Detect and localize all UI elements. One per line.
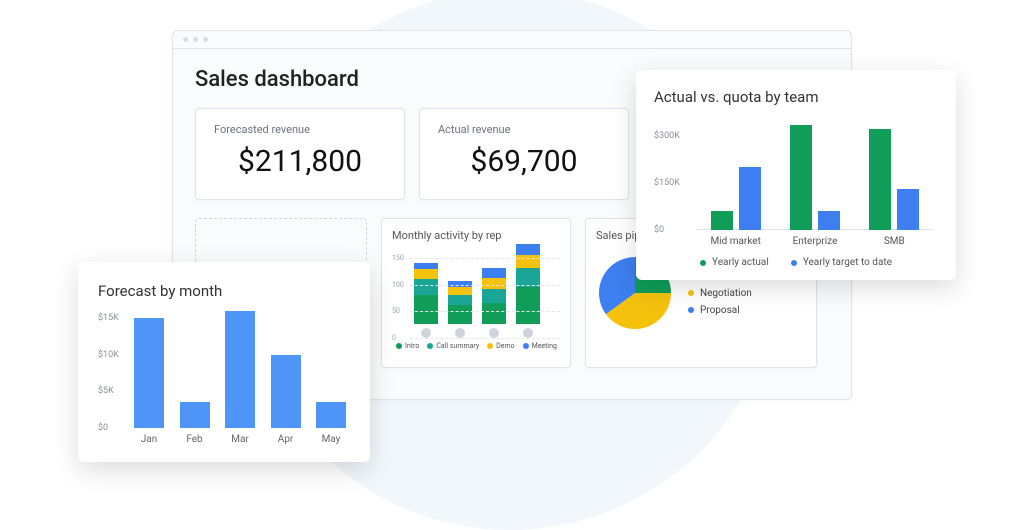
forecast-bar xyxy=(180,402,210,428)
forecast-bar xyxy=(271,355,301,428)
quota-bar xyxy=(711,211,733,230)
stacked-bar xyxy=(414,263,438,324)
x-tick-label: Feb xyxy=(180,434,210,445)
kpi-actual-value: $69,700 xyxy=(438,144,610,179)
rep-avatar-icon xyxy=(455,328,465,338)
rep-avatar-icon xyxy=(523,328,533,338)
quota-bar xyxy=(790,125,812,230)
kpi-forecasted-card[interactable]: Forecasted revenue $211,800 xyxy=(195,108,405,200)
x-tick-label: Jan xyxy=(134,434,164,445)
monthly-activity-card[interactable]: Monthly activity by rep 150 100 50 0 Intro C… xyxy=(381,218,571,368)
y-tick-label: 50 xyxy=(392,307,400,315)
y-tick-label: 150 xyxy=(392,254,404,262)
y-tick-label: $5K xyxy=(98,386,114,396)
stacked-bar xyxy=(482,268,506,324)
actual-vs-quota-legend: Yearly actual Yearly target to date xyxy=(654,257,938,268)
quota-bar xyxy=(897,189,919,230)
window-dot-icon xyxy=(203,37,208,42)
x-tick-label: Apr xyxy=(271,434,301,445)
legend-item: Call summary xyxy=(427,342,479,350)
x-tick-label: Mar xyxy=(225,434,255,445)
quota-bar xyxy=(818,211,840,230)
legend-yearly-actual: Yearly actual xyxy=(712,257,769,268)
quota-categories: Mid market Enterprize SMB xyxy=(654,236,938,247)
kpi-actual-card[interactable]: Actual revenue $69,700 xyxy=(419,108,629,200)
window-titlebar xyxy=(173,31,851,49)
legend-item: Proposal xyxy=(688,305,752,316)
stacked-bar xyxy=(448,281,472,324)
quota-bar xyxy=(869,129,891,230)
monthly-activity-chart: 150100500 xyxy=(392,248,560,338)
legend-yearly-target: Yearly target to date xyxy=(803,257,892,268)
window-dot-icon xyxy=(183,37,188,42)
forecast-by-month-card[interactable]: Forecast by month $15K $10K $5K $0 Jan Feb Ma… xyxy=(78,262,370,462)
y-tick-label: $0 xyxy=(98,423,108,433)
y-tick-label: $15K xyxy=(98,313,119,323)
y-tick-label: $300K xyxy=(654,131,680,141)
y-tick-label: $0 xyxy=(654,225,664,235)
forecast-bar xyxy=(225,311,255,428)
forecast-bar xyxy=(316,402,346,428)
y-tick-label: 100 xyxy=(392,281,404,289)
actual-vs-quota-title: Actual vs. quota by team xyxy=(654,88,938,106)
x-tick-label: May xyxy=(316,434,346,445)
legend-item: Demo xyxy=(487,342,514,350)
legend-item: Negotiation xyxy=(688,288,752,299)
y-tick-label: 0 xyxy=(392,334,396,342)
kpi-forecasted-value: $211,800 xyxy=(214,144,386,179)
actual-vs-quota-card[interactable]: Actual vs. quota by team $300K $150K $0 Mi… xyxy=(636,70,956,280)
forecast-categories: Jan Feb Mar Apr May xyxy=(98,434,350,445)
x-tick-label: SMB xyxy=(859,236,929,247)
rep-avatar-icon xyxy=(421,328,431,338)
kpi-forecasted-label: Forecasted revenue xyxy=(214,123,386,136)
monthly-activity-title: Monthly activity by rep xyxy=(392,229,560,242)
quota-bar xyxy=(739,167,761,230)
legend-item: Intro xyxy=(396,342,419,350)
forecast-by-month-title: Forecast by month xyxy=(98,282,350,300)
y-tick-label: $150K xyxy=(654,178,680,188)
kpi-actual-label: Actual revenue xyxy=(438,123,610,136)
forecast-bar xyxy=(134,318,164,428)
actual-vs-quota-chart: $300K$150K$0 xyxy=(654,120,938,230)
legend-item: Meeting xyxy=(523,342,557,350)
window-dot-icon xyxy=(193,37,198,42)
forecast-by-month-chart: $15K$10K$5K$0 xyxy=(98,318,350,428)
x-tick-label: Mid market xyxy=(701,236,771,247)
monthly-activity-legend: Intro Call summary Demo Meeting xyxy=(392,342,560,350)
y-tick-label: $10K xyxy=(98,350,119,360)
x-tick-label: Enterprize xyxy=(780,236,850,247)
rep-avatar-icon xyxy=(489,328,499,338)
